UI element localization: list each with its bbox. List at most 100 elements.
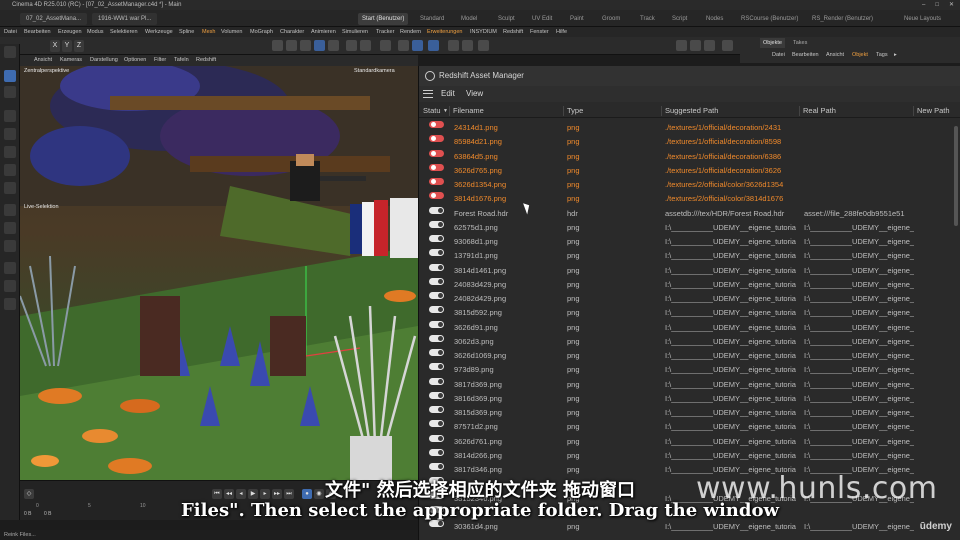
render-region-icon[interactable] [676, 40, 687, 51]
column-separator[interactable] [799, 106, 800, 116]
column-new-path[interactable]: New Path [917, 104, 950, 118]
om-menu-more[interactable]: ▸ [894, 50, 897, 60]
menu-volumen[interactable]: Volumen [221, 27, 242, 37]
layout-tab-start[interactable]: Start (Benutzer) [358, 13, 409, 25]
select-tool-icon[interactable] [4, 70, 16, 82]
status-toggle-icon[interactable] [429, 334, 444, 342]
axis-tool-icon[interactable] [4, 182, 16, 194]
layout-tab-rs-render[interactable]: RS_Render (Benutzer) [808, 13, 877, 25]
asset-row[interactable]: 93068d1.png png I:\__________UDEMY__eigene… [419, 235, 960, 249]
status-toggle-icon[interactable] [429, 463, 444, 470]
status-toggle-icon[interactable] [429, 263, 444, 271]
layout-tab-rscourse[interactable]: RSCourse (Benutzer) [737, 13, 802, 25]
status-toggle-icon[interactable] [429, 149, 444, 157]
layout-tab-model[interactable]: Model [457, 13, 481, 25]
menu-selektieren[interactable]: Selektieren [110, 27, 138, 37]
asset-row[interactable]: 3626d91.png png I:\__________UDEMY__eigene… [419, 320, 960, 335]
menu-erweiterungen[interactable]: Erweiterungen [427, 27, 462, 37]
column-separator[interactable] [661, 106, 662, 116]
uv-mode-icon[interactable] [328, 40, 339, 51]
asset-row[interactable]: 3626d765.png png ./textures/1/official/dec… [419, 163, 960, 178]
om-menu-datei[interactable]: Datei [772, 50, 785, 60]
edges-mode-icon[interactable] [300, 40, 311, 51]
asset-row[interactable]: 973d89.png png I:\__________UDEMY__eigene_… [419, 363, 960, 377]
status-toggle-icon[interactable] [429, 406, 444, 413]
menu-modus[interactable]: Modus [87, 27, 104, 37]
asset-table-scrollbar[interactable] [954, 126, 958, 226]
menu-bearbeiten[interactable]: Bearbeiten [24, 27, 51, 37]
viewport-solo-icon[interactable] [412, 40, 423, 51]
column-separator[interactable] [449, 106, 450, 116]
brush-tool-icon[interactable] [4, 204, 16, 216]
status-toggle-icon[interactable] [429, 520, 444, 527]
status-toggle-icon[interactable] [429, 377, 444, 385]
status-toggle-icon[interactable] [429, 320, 444, 328]
status-toggle-icon[interactable] [429, 420, 444, 428]
menu-tracker[interactable]: Tracker [376, 27, 394, 37]
close-button[interactable]: ✕ [949, 0, 954, 10]
scale-tool-icon[interactable] [4, 146, 16, 158]
render-to-picture-viewer-icon[interactable] [704, 40, 715, 51]
asset-row[interactable]: 13791d1.png png I:\__________UDEMY__eigene… [419, 249, 960, 263]
render-view-icon[interactable] [448, 40, 459, 51]
menu-animieren[interactable]: Animieren [311, 27, 336, 37]
render-queue-icon[interactable] [478, 40, 489, 51]
asset-row[interactable]: 3814d1676.png png ./textures/2/official/co… [419, 192, 960, 206]
rotate-tool-icon[interactable] [4, 128, 16, 140]
model-mode-icon[interactable] [272, 40, 283, 51]
asset-row[interactable]: 3626d761.png png I:\__________UDEMY__eigen… [419, 434, 960, 449]
quantize-icon[interactable] [380, 40, 391, 51]
status-toggle-icon[interactable] [429, 363, 444, 371]
asset-row[interactable]: 3816d369.png png I:\__________UDEMY__eigen… [419, 391, 960, 406]
menu-mesh[interactable]: Mesh [202, 27, 215, 37]
layout-tab-standard[interactable]: Standard [416, 13, 448, 25]
viewport-menu-darstellung[interactable]: Darstellung [90, 55, 118, 66]
menu-hilfe[interactable]: Hilfe [556, 27, 567, 37]
menu-view[interactable]: View [466, 86, 483, 102]
status-toggle-icon[interactable] [429, 235, 444, 242]
render-active-view-icon[interactable] [690, 40, 701, 51]
y-axis-lock-button[interactable]: Y [62, 40, 72, 52]
search-icon[interactable] [4, 46, 16, 58]
workplane-icon[interactable] [360, 40, 371, 51]
status-toggle-icon[interactable] [429, 349, 444, 356]
status-toggle-icon[interactable] [429, 277, 444, 285]
status-toggle-icon[interactable] [429, 306, 444, 314]
column-suggested-path[interactable]: Suggested Path [665, 104, 718, 118]
asset-row[interactable]: 3626d1354.png png ./textures/2/official/co… [419, 178, 960, 192]
document-tab-war-plane[interactable]: 1916-WW1 war Pl... [92, 13, 158, 25]
status-toggle-icon[interactable] [429, 192, 444, 200]
menu-charakter[interactable]: Charakter [280, 27, 304, 37]
polygons-mode-icon[interactable] [314, 40, 325, 51]
status-toggle-icon[interactable] [429, 220, 444, 228]
menu-fenster[interactable]: Fenster [530, 27, 549, 37]
viewport-menu-tafeln[interactable]: Tafeln [174, 55, 189, 66]
redshift-asset-manager-window[interactable]: Redshift Asset Manager Edit View Statu ▼… [418, 66, 960, 540]
asset-row[interactable]: 3814d266.png png I:\__________UDEMY__eigen… [419, 448, 960, 463]
om-menu-tags[interactable]: Tags [876, 50, 888, 60]
sphere-tool-icon[interactable] [4, 240, 16, 252]
tab-objekte[interactable]: Objekte [760, 38, 785, 48]
viewport-menu-filter[interactable]: Filter [154, 55, 166, 66]
material-tool-icon[interactable] [4, 222, 16, 234]
menu-erzeugen[interactable]: Erzeugen [58, 27, 82, 37]
asset-row[interactable]: 62575d1.png png I:\__________UDEMY__eigene… [419, 220, 960, 235]
asset-row[interactable]: 3815d369.png png I:\__________UDEMY__eigen… [419, 406, 960, 420]
layout-tab-script[interactable]: Script [668, 13, 691, 25]
layout-tab-groom[interactable]: Groom [598, 13, 624, 25]
menu-mograph[interactable]: MoGraph [250, 27, 273, 37]
viewport-menu-kameras[interactable]: Kameras [60, 55, 82, 66]
3d-viewport[interactable]: Zentralperspektive Standardkamera Live-S… [20, 66, 418, 480]
status-toggle-icon[interactable] [429, 178, 444, 185]
asset-row[interactable]: 24083d429.png png I:\__________UDEMY__eige… [419, 277, 960, 292]
status-toggle-icon[interactable] [429, 249, 444, 257]
status-toggle-icon[interactable] [429, 121, 444, 128]
paint-tool-icon[interactable] [4, 298, 16, 310]
asset-row[interactable]: 3814d1461.png png I:\__________UDEMY__eige… [419, 263, 960, 278]
asset-row[interactable]: 3626d1069.png png I:\__________UDEMY__eige… [419, 349, 960, 363]
status-toggle-icon[interactable] [429, 206, 444, 214]
points-mode-icon[interactable] [286, 40, 297, 51]
asset-row[interactable]: 63864d5.png png ./textures/1/official/deco… [419, 149, 960, 164]
viewport-menu-optionen[interactable]: Optionen [124, 55, 146, 66]
new-layouts-dropdown[interactable]: Neue Layouts [900, 13, 945, 25]
